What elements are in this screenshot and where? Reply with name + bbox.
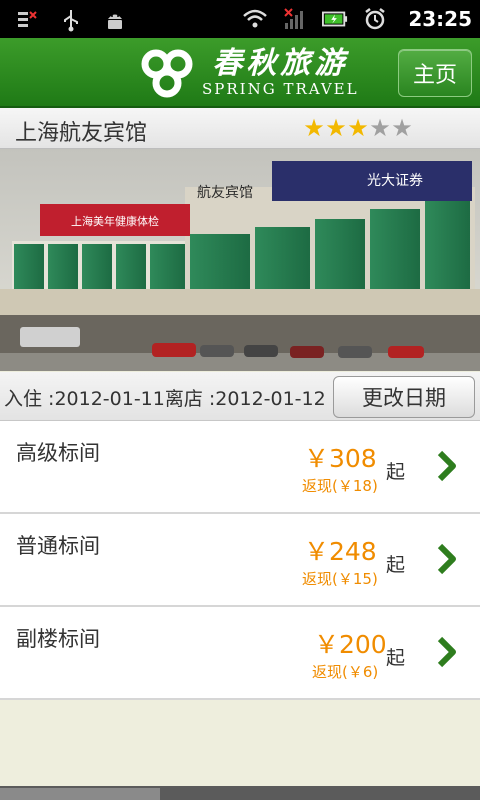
- photo-sign-roof: 航友宾馆: [197, 185, 253, 201]
- date-row: 入住 :2012-01-11离店 :2012-01-12 更改日期: [0, 372, 480, 421]
- room-cashback: 返现(￥18): [302, 477, 378, 495]
- room-item[interactable]: 副楼标间 ￥200 返现(￥6) 起: [0, 607, 480, 700]
- hotel-title-row: 上海航友宾馆 ★ ★ ★ ★ ★: [0, 108, 480, 149]
- spring-logo-icon: [141, 49, 193, 98]
- photo-sign-left: 上海美年健康体检: [71, 214, 159, 228]
- wifi-icon: [242, 6, 268, 32]
- signal-no-sim-icon: [282, 6, 308, 32]
- chevron-right-icon: [437, 543, 456, 575]
- alarm-icon: [362, 6, 388, 32]
- room-price: ￥248: [304, 537, 377, 566]
- star-filled-icon: ★: [347, 114, 369, 142]
- star-empty-icon: ★: [391, 114, 413, 142]
- chevron-right-icon: [437, 636, 456, 668]
- star-filled-icon: ★: [303, 114, 325, 142]
- stay-dates: 入住 :2012-01-11离店 :2012-01-12: [4, 388, 326, 410]
- star-rating: ★ ★ ★ ★ ★: [303, 114, 413, 142]
- room-cashback: 返现(￥6): [312, 663, 379, 681]
- hotel-name: 上海航友宾馆: [15, 121, 148, 146]
- usb-icon: [58, 7, 84, 33]
- photo-sign-right: 光大证券: [367, 173, 423, 189]
- chevron-right-icon: [437, 450, 456, 482]
- price-suffix: 起: [386, 554, 406, 576]
- clock-time: 23:25: [408, 7, 472, 31]
- brand-name-cn: 春秋旅游: [212, 46, 349, 81]
- brand-name-en: SPRING TRAVEL: [202, 80, 359, 98]
- hotel-photo: 上海美年健康体检 光大证券 航友宾馆: [0, 149, 480, 371]
- app-header: 春秋旅游 SPRING TRAVEL 主页: [0, 38, 480, 108]
- room-name: 高级标间: [16, 441, 100, 465]
- notification-icon: [14, 7, 40, 33]
- star-filled-icon: ★: [325, 114, 347, 142]
- status-bar: 23:25: [0, 0, 480, 38]
- room-price: ￥308: [304, 444, 377, 473]
- room-cashback: 返现(￥15): [302, 570, 378, 588]
- room-item[interactable]: 普通标间 ￥248 返现(￥15) 起: [0, 514, 480, 607]
- room-list: 高级标间 ￥308 返现(￥18) 起 普通标间 ￥248 返现(￥15) 起 …: [0, 421, 480, 700]
- price-suffix: 起: [386, 647, 406, 669]
- android-icon: [102, 7, 128, 33]
- brand-logo: 春秋旅游 SPRING TRAVEL: [140, 46, 359, 98]
- home-button[interactable]: 主页: [398, 49, 472, 97]
- room-item[interactable]: 高级标间 ￥308 返现(￥18) 起: [0, 421, 480, 514]
- room-price: ￥200: [314, 630, 387, 659]
- star-empty-icon: ★: [369, 114, 391, 142]
- battery-charging-icon: [322, 6, 348, 32]
- bottom-scrollbar-thumb[interactable]: [0, 788, 160, 800]
- price-suffix: 起: [386, 461, 406, 483]
- room-name: 普通标间: [16, 534, 100, 558]
- room-name: 副楼标间: [16, 627, 100, 651]
- change-date-button[interactable]: 更改日期: [333, 376, 475, 418]
